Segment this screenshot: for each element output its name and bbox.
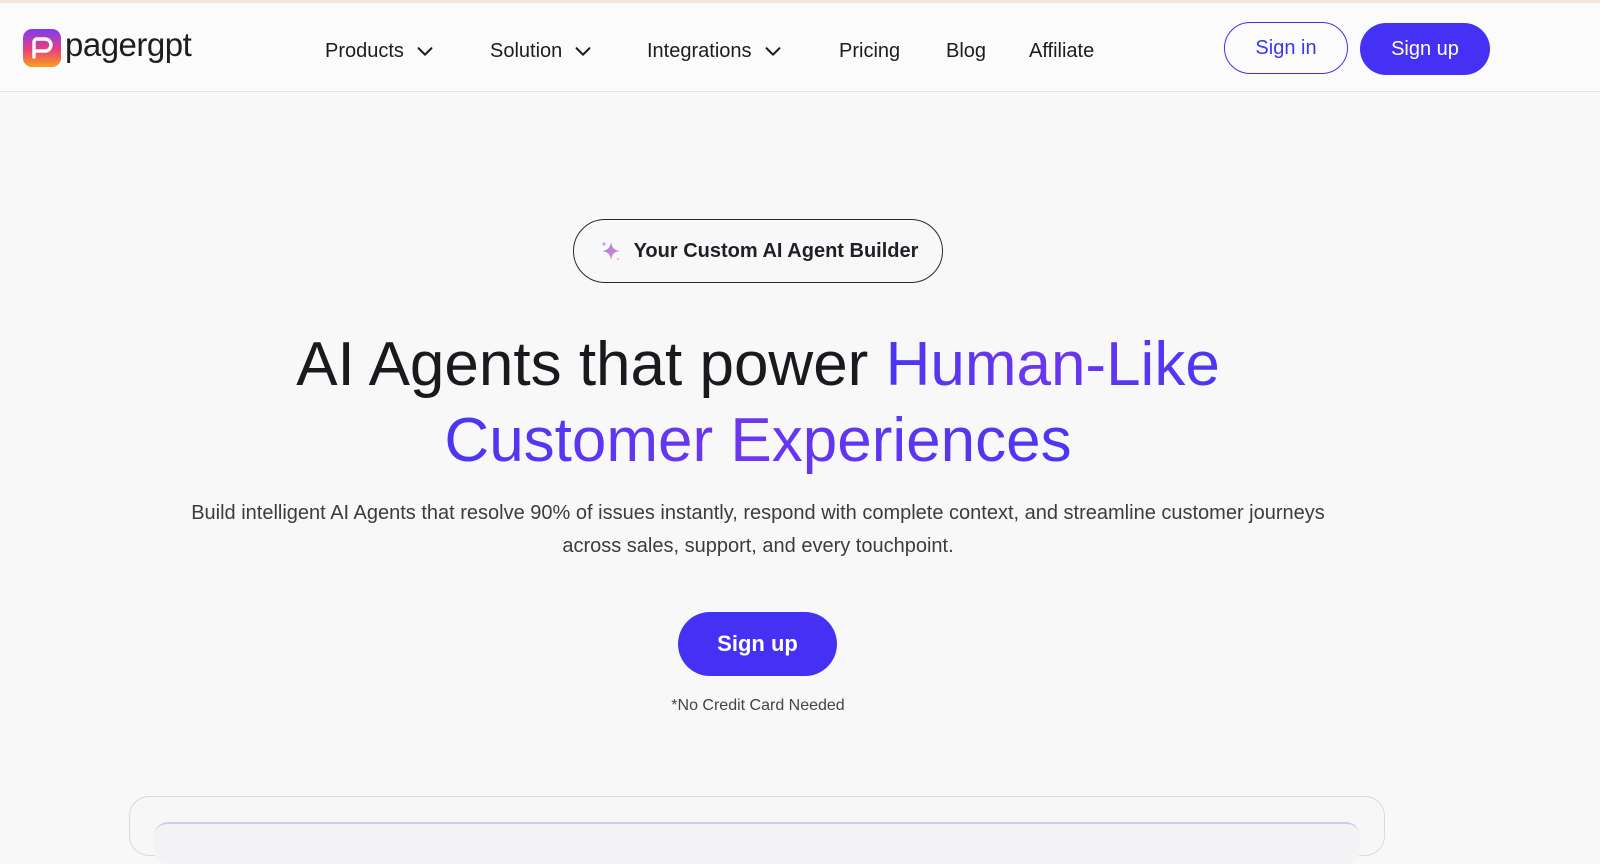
signin-button[interactable]: Sign in — [1224, 22, 1348, 74]
nav-solution[interactable]: Solution — [490, 31, 647, 71]
nav-integrations[interactable]: Integrations — [647, 31, 839, 71]
nav-blog[interactable]: Blog — [946, 31, 1029, 71]
nav-pricing-label: Pricing — [839, 39, 901, 62]
nav-affiliate[interactable]: Affiliate — [1029, 31, 1094, 71]
main-nav: Products Solution Integrations Pricing B… — [325, 31, 1094, 71]
nav-solution-label: Solution — [490, 39, 563, 62]
product-preview-inner — [154, 822, 1360, 864]
nav-products-label: Products — [325, 39, 404, 62]
nav-pricing[interactable]: Pricing — [839, 31, 946, 71]
nav-blog-label: Blog — [946, 39, 987, 62]
sparkle-icon — [600, 241, 620, 261]
hero-title: AI Agents that power Human-Like Customer … — [0, 327, 1516, 479]
chevron-down-icon — [765, 47, 780, 56]
signup-button-nav[interactable]: Sign up — [1360, 23, 1490, 75]
hero-title-highlight: Human-Like — [885, 330, 1220, 399]
nav-affiliate-label: Affiliate — [1029, 39, 1095, 62]
brand-logo[interactable]: pagergpt — [23, 25, 192, 67]
top-navbar: pagergpt Products Solution Integrations … — [0, 3, 1600, 92]
brand-name: pagergpt — [65, 25, 192, 63]
hero-badge: Your Custom AI Agent Builder — [573, 219, 943, 283]
signup-button-hero[interactable]: Sign up — [678, 612, 837, 676]
product-preview-card — [129, 796, 1385, 864]
chevron-down-icon — [417, 47, 433, 56]
no-credit-card-note: *No Credit Card Needed — [671, 697, 845, 714]
nav-products[interactable]: Products — [325, 31, 490, 71]
nav-integrations-label: Integrations — [647, 39, 752, 62]
hero-badge-text: Your Custom AI Agent Builder — [633, 239, 919, 262]
hero-title-plain: AI Agents that power — [296, 330, 886, 399]
pagergpt-logo-icon — [23, 29, 61, 67]
hero-title-highlight-line2: Customer Experiences — [444, 406, 1072, 475]
hero-subtitle: Build intelligent AI Agents that resolve… — [191, 502, 1325, 557]
chevron-down-icon — [575, 47, 591, 56]
